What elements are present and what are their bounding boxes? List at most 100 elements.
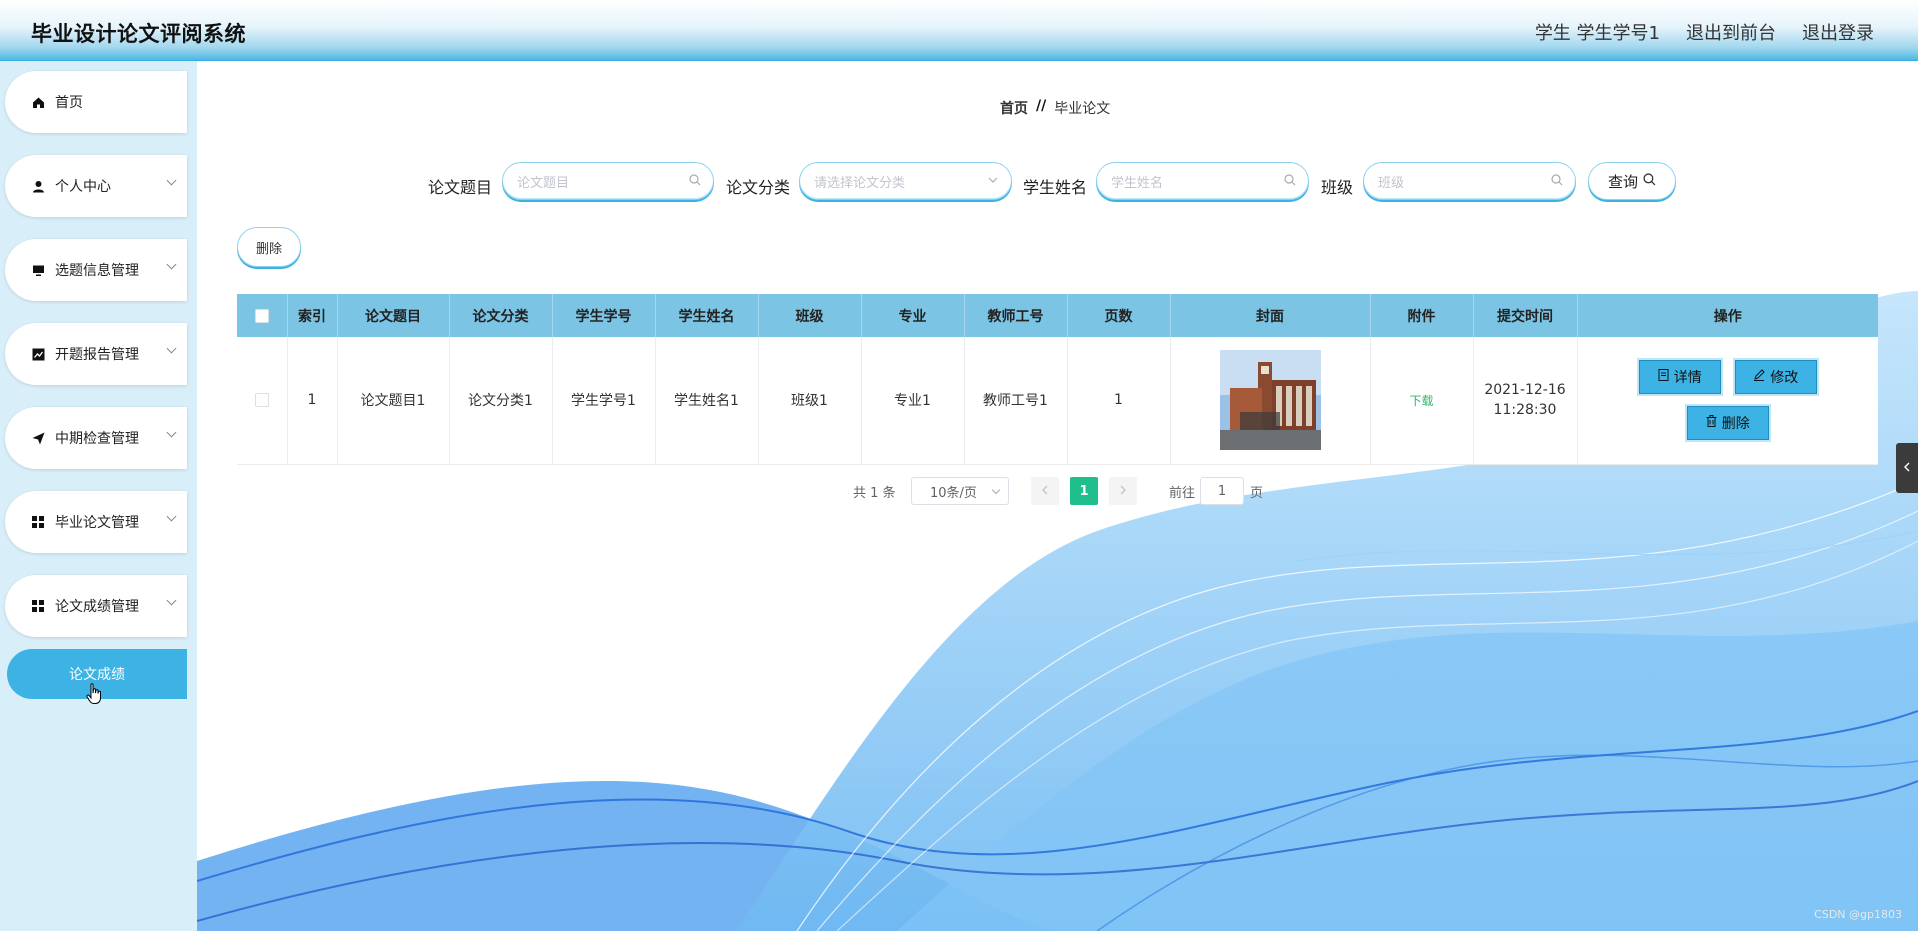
- select-all-header: [237, 294, 288, 337]
- grid-icon: [31, 515, 45, 529]
- sidebar-item-opening-report[interactable]: 开题报告管理: [5, 323, 187, 385]
- top-header: 毕业设计论文评阅系统 学生 学生学号1 退出到前台 退出登录: [0, 0, 1918, 61]
- sidebar-item-score-management[interactable]: 论文成绩管理: [5, 575, 187, 637]
- chevron-down-icon: [166, 259, 177, 270]
- breadcrumb: 首页 // 毕业论文: [1000, 98, 1110, 118]
- sidebar-item-label: 论文成绩管理: [55, 599, 139, 615]
- submit-time: 11:28:30: [1493, 402, 1557, 419]
- collapse-panel-toggle[interactable]: [1896, 443, 1918, 493]
- delete-button[interactable]: 删除: [1686, 406, 1769, 441]
- breadcrumb-current: 毕业论文: [1054, 101, 1111, 117]
- column-header: 页数: [1067, 294, 1171, 337]
- cell-index: 1: [287, 337, 338, 465]
- cell-pages: 1: [1067, 337, 1171, 465]
- sidebar-item-label: 首页: [55, 95, 83, 111]
- search-icon: [1284, 174, 1296, 190]
- cell-student-name: 学生姓名1: [655, 337, 759, 465]
- column-header: 教师工号: [964, 294, 1068, 337]
- search-icon: [1551, 174, 1563, 190]
- class-filter-label: 班级: [1321, 178, 1354, 197]
- edit-button-label: 修改: [1770, 370, 1799, 387]
- goto-suffix: 页: [1250, 485, 1264, 501]
- sidebar-item-label: 选题信息管理: [55, 263, 139, 279]
- bulk-delete-button[interactable]: 删除: [237, 227, 301, 267]
- column-header: 班级: [758, 294, 862, 337]
- sidebar-item-thesis-management[interactable]: 毕业论文管理: [5, 491, 187, 553]
- chevron-left-icon: [1041, 484, 1049, 499]
- page-size-value: 10条/页: [930, 485, 977, 501]
- grid-icon: [31, 599, 45, 613]
- hand-cursor-icon: [86, 683, 104, 711]
- cell-major: 专业1: [861, 337, 965, 465]
- column-header: 提交时间: [1473, 294, 1578, 337]
- category-select-placeholder: 请选择论文分类: [814, 175, 906, 191]
- detail-button[interactable]: 详情: [1638, 360, 1721, 395]
- chevron-left-icon: [1903, 460, 1911, 476]
- chevron-down-icon: [166, 343, 177, 354]
- cell-attachment: 下载: [1370, 337, 1474, 465]
- breadcrumb-home[interactable]: 首页: [1000, 98, 1028, 118]
- send-icon: [31, 431, 45, 445]
- cell-actions: 详情 修改 删除: [1577, 337, 1878, 465]
- back-to-front-link[interactable]: 退出到前台: [1686, 19, 1776, 45]
- query-button[interactable]: 查询: [1588, 162, 1676, 200]
- column-header: 学生学号: [552, 294, 656, 337]
- class-input[interactable]: 班级: [1363, 162, 1576, 200]
- sidebar-item-personal-center[interactable]: 个人中心: [5, 155, 187, 217]
- cell-student-no: 学生学号1: [552, 337, 656, 465]
- row-select-cell: [237, 337, 288, 465]
- watermark: CSDN @gp1803: [1814, 908, 1902, 921]
- title-search-input[interactable]: 论文题目: [502, 162, 714, 200]
- goto-page-input[interactable]: 1: [1200, 477, 1244, 505]
- category-filter-label: 论文分类: [726, 178, 791, 197]
- chevron-down-icon: [166, 511, 177, 522]
- column-header: 专业: [861, 294, 965, 337]
- column-header: 封面: [1170, 294, 1371, 337]
- table-header-row: 索引 论文题目 论文分类 学生学号 学生姓名 班级 专业 教师工号 页数 封面 …: [237, 294, 1878, 337]
- sidebar-item-label: 中期检查管理: [55, 431, 139, 447]
- page-number-current[interactable]: 1: [1070, 477, 1098, 505]
- chevron-down-icon: [166, 427, 177, 438]
- next-page-button[interactable]: [1109, 477, 1137, 505]
- goto-prefix: 前往: [1169, 485, 1196, 501]
- logout-link[interactable]: 退出登录: [1802, 19, 1874, 45]
- cell-teacher-no: 教师工号1: [964, 337, 1068, 465]
- row-checkbox[interactable]: [254, 393, 269, 408]
- edit-button[interactable]: 修改: [1734, 360, 1817, 395]
- select-all-checkbox[interactable]: [254, 308, 269, 323]
- student-name-input[interactable]: 学生姓名: [1096, 162, 1309, 200]
- search-icon: [689, 174, 701, 190]
- home-icon: [31, 95, 45, 109]
- chevron-down-icon: [166, 595, 177, 606]
- prev-page-button[interactable]: [1031, 477, 1059, 505]
- current-user-label: 学生 学生学号1: [1534, 23, 1660, 44]
- main-content: 首页 // 毕业论文 论文题目 论文题目 论文分类 请选择论文分类 学生姓名 学…: [197, 61, 1918, 931]
- download-link[interactable]: 下载: [1409, 394, 1433, 408]
- sidebar-item-home[interactable]: 首页: [5, 71, 187, 133]
- category-select[interactable]: 请选择论文分类: [799, 162, 1012, 200]
- column-header: 论文分类: [449, 294, 553, 337]
- app-title: 毕业设计论文评阅系统: [31, 22, 246, 46]
- delete-button-label: 删除: [1721, 416, 1750, 433]
- chevron-right-icon: [1119, 484, 1127, 499]
- cell-title: 论文题目1: [337, 337, 450, 465]
- sidebar-item-label: 毕业论文管理: [55, 515, 139, 531]
- cell-cover: [1170, 337, 1371, 465]
- page-size-select[interactable]: 10条/页: [911, 477, 1009, 505]
- column-header: 索引: [287, 294, 338, 337]
- column-header: 操作: [1577, 294, 1878, 337]
- query-button-label: 查询: [1607, 172, 1638, 191]
- chevron-down-icon: [991, 485, 1001, 495]
- student-filter-label: 学生姓名: [1023, 178, 1088, 197]
- sidebar-item-midterm-check[interactable]: 中期检查管理: [5, 407, 187, 469]
- trash-icon: [1706, 415, 1717, 431]
- sidebar-item-label: 开题报告管理: [55, 347, 139, 363]
- sidebar-item-label: 个人中心: [55, 179, 111, 195]
- search-icon: [1643, 172, 1656, 190]
- chart-icon: [31, 347, 45, 361]
- sidebar-item-topic-info[interactable]: 选题信息管理: [5, 239, 187, 301]
- chevron-down-icon: [987, 174, 999, 190]
- monitor-icon: [31, 263, 45, 277]
- table-row: 1 论文题目1 论文分类1 学生学号1 学生姓名1 班级1 专业1 教师工号1 …: [237, 337, 1878, 465]
- cell-category: 论文分类1: [449, 337, 553, 465]
